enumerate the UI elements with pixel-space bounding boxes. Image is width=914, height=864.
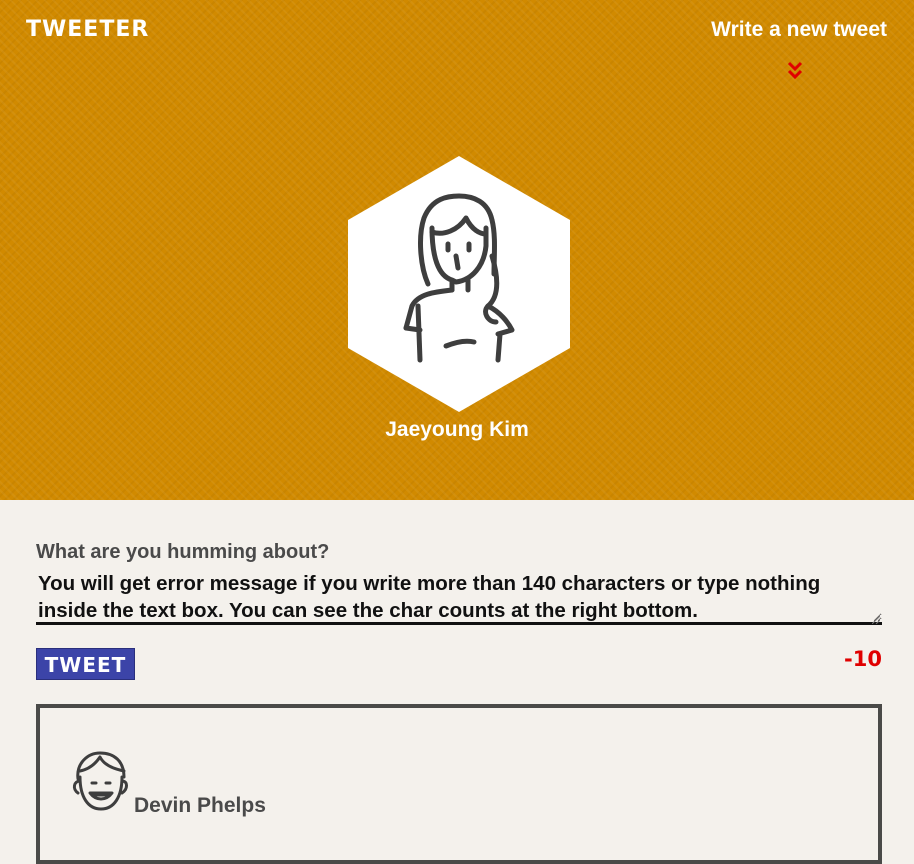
char-counter: -10 xyxy=(844,647,882,671)
write-new-tweet-link[interactable]: Write a new tweet xyxy=(711,18,887,42)
profile-avatar xyxy=(348,156,570,412)
man-avatar-icon xyxy=(72,751,128,811)
resize-handle-icon[interactable] xyxy=(872,616,880,624)
profile-name: Jaeyoung Kim xyxy=(385,418,529,441)
app-logo[interactable]: TWEETER xyxy=(26,17,149,42)
tweet-author-name: Devin Phelps xyxy=(134,794,266,817)
double-chevron-down-icon[interactable] xyxy=(786,60,804,82)
tweet-card: Devin Phelps @SirIsaac xyxy=(36,704,882,864)
tweet-submit-button[interactable]: TWEET xyxy=(36,648,135,680)
profile-header: TWEETER Write a new tweet Jaeyoung Kim xyxy=(0,0,914,500)
compose-label: What are you humming about? xyxy=(36,541,330,563)
tweet-textarea[interactable]: You will get error message if you write … xyxy=(36,570,882,625)
tweet-author-handle: @SirIsaac xyxy=(771,760,848,777)
